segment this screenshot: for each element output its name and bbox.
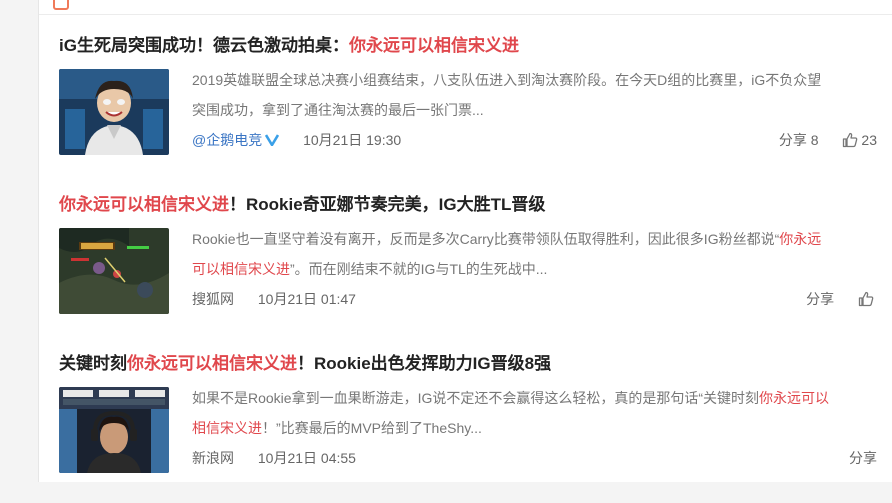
- news-summary-line: 相信宋义进！”比赛最后的MVP给到了TheShy...: [192, 413, 877, 443]
- news-summary-text: 如果不是Rookie拿到一血果断游走，IG说不定还不会赢得这么轻松，真的是那句话…: [192, 390, 760, 406]
- like-button[interactable]: 23: [842, 132, 877, 148]
- section-logo-icon: [53, 0, 69, 10]
- news-meta: 新浪网 10月21日 04:55: [192, 447, 356, 469]
- news-source-link[interactable]: @企鹅电竞: [192, 132, 280, 148]
- news-summary-line: 如果不是Rookie拿到一血果断游走，IG说不定还不会赢得这么轻松，真的是那句话…: [192, 383, 877, 413]
- news-summary-line: Rookie也一直坚守着没有离开，反而是多次Carry比赛带领队伍取得胜利，因此…: [192, 224, 877, 254]
- news-summary-text: Rookie也一直坚守着没有离开，反而是多次Carry比赛带领队伍取得胜利，因此…: [192, 231, 780, 247]
- news-feed-panel: iG生死局突围成功！德云色激动拍桌：你永远可以相信宋义进 2019英雄联盟全球总…: [38, 0, 892, 482]
- news-summary: 2019英雄联盟全球总决赛小组赛结束，八支队伍进入到淘汰赛阶段。在今天D组的比赛…: [192, 65, 877, 125]
- news-summary-line: 2019英雄联盟全球总决赛小组赛结束，八支队伍进入到淘汰赛阶段。在今天D组的比赛…: [192, 72, 822, 88]
- news-item: 你永远可以相信宋义进！Rookie奇亚娜节奏完美，IG大胜TL晋级 Rookie…: [59, 194, 877, 344]
- news-actions: 分享: [806, 288, 877, 310]
- news-title-link[interactable]: 关键时刻你永远可以相信宋义进！Rookie出色发挥助力IG晋级8强: [59, 353, 551, 375]
- share-label: 分享: [778, 132, 807, 148]
- thumbs-up-icon: [858, 291, 874, 307]
- news-summary-text: ！”比赛最后的MVP给到了TheShy...: [262, 420, 482, 436]
- news-meta: 搜狐网 10月21日 01:47: [192, 288, 356, 310]
- news-source-name: @企鹅电竞: [192, 132, 263, 148]
- news-title-highlight: 你永远可以相信宋义进: [348, 36, 519, 55]
- news-summary-highlight: 你永远可以: [759, 390, 830, 406]
- news-summary: 如果不是Rookie拿到一血果断游走，IG说不定还不会赢得这么轻松，真的是那句话…: [192, 383, 877, 443]
- news-time: 10月21日 04:55: [257, 450, 356, 466]
- news-title-text: ！Rookie奇亚娜节奏完美，IG大胜TL晋级: [229, 195, 546, 214]
- thumbs-up-icon: [843, 132, 858, 148]
- news-thumbnail[interactable]: [59, 387, 169, 473]
- news-actions: 分享 8 23: [779, 129, 877, 151]
- news-summary: Rookie也一直坚守着没有离开，反而是多次Carry比赛带领队伍取得胜利，因此…: [192, 224, 877, 284]
- news-title-link[interactable]: 你永远可以相信宋义进！Rookie奇亚娜节奏完美，IG大胜TL晋级: [59, 194, 545, 216]
- news-title-text: 关键时刻: [59, 354, 127, 373]
- news-actions: 分享: [849, 447, 877, 469]
- news-thumbnail[interactable]: [59, 228, 169, 314]
- news-time: 10月21日 01:47: [257, 291, 356, 307]
- news-item: iG生死局突围成功！德云色激动拍桌：你永远可以相信宋义进 2019英雄联盟全球总…: [59, 35, 877, 185]
- news-source-name[interactable]: 新浪网: [192, 450, 234, 466]
- news-title-link[interactable]: iG生死局突围成功！德云色激动拍桌：你永远可以相信宋义进: [59, 35, 519, 57]
- news-summary-highlight: 相信宋义进: [192, 420, 262, 436]
- section-header: [39, 0, 892, 15]
- news-summary-line: 可以相信宋义进”。而在刚结束不就的IG与TL的生死战中...: [192, 254, 877, 284]
- like-count: 23: [861, 132, 877, 148]
- share-button[interactable]: 分享: [806, 291, 834, 307]
- news-summary-highlight: 可以相信宋义进: [192, 261, 290, 277]
- like-button[interactable]: [858, 291, 877, 307]
- news-meta: @企鹅电竞 10月21日 19:30: [192, 129, 401, 151]
- news-summary-line: 突围成功，拿到了通往淘汰赛的最后一张门票...: [192, 102, 484, 118]
- share-button[interactable]: 分享: [849, 450, 877, 466]
- news-summary-highlight: 你永远: [779, 231, 822, 247]
- news-source-name[interactable]: 搜狐网: [192, 291, 234, 307]
- share-count: 8: [810, 132, 819, 148]
- news-item: 关键时刻你永远可以相信宋义进！Rookie出色发挥助力IG晋级8强 如果不是Ro…: [59, 353, 877, 503]
- news-title-text: iG生死局突围成功！德云色激动拍桌：: [59, 36, 349, 55]
- news-title-highlight: 你永远可以相信宋义进: [59, 195, 229, 214]
- news-summary-text: ”。而在刚结束不就的IG与TL的生死战中...: [290, 261, 548, 277]
- news-time: 10月21日 19:30: [303, 132, 402, 148]
- verified-v-icon: [265, 134, 280, 146]
- news-thumbnail[interactable]: [59, 69, 169, 155]
- share-button[interactable]: 分享 8: [779, 132, 819, 148]
- news-title-text: ！Rookie出色发挥助力IG晋级8强: [297, 354, 552, 373]
- news-title-highlight: 你永远可以相信宋义进: [127, 354, 297, 373]
